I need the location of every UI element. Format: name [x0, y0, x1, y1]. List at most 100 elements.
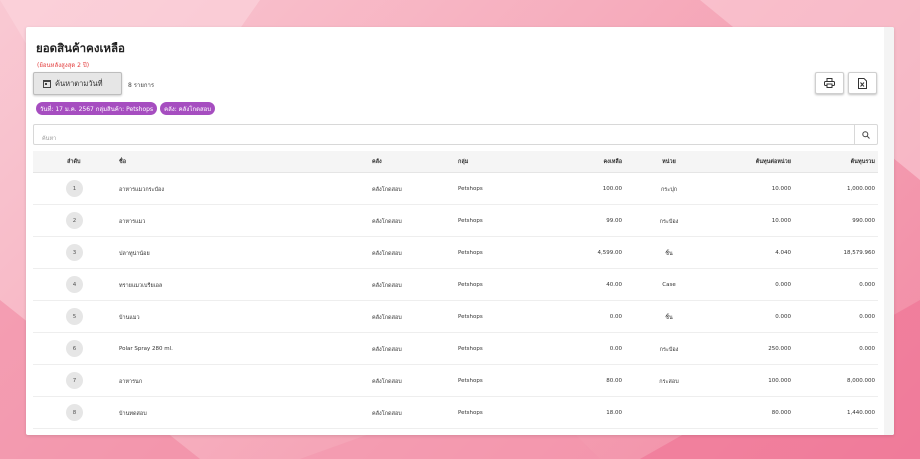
cell-total-cost: 18,579.960 — [843, 250, 876, 256]
filter-chip-date-group[interactable]: วันที่: 17 ม.ค. 2567 กลุ่มสินค้า: Petsho… — [36, 102, 158, 115]
cell-warehouse: คลังโกดสอบ — [372, 411, 402, 417]
cell-warehouse: คลังโกดสอบ — [372, 379, 402, 385]
cell-name: ปลาทูน่าน้อย — [119, 251, 150, 257]
excel-icon — [858, 77, 867, 89]
cell-group: Petshops — [458, 186, 483, 192]
cell-total-cost: 0.000 — [859, 314, 875, 320]
row-index: 4 — [66, 276, 83, 293]
cell-total-cost: 0.000 — [859, 282, 875, 288]
cell-unit: ชิ้น — [665, 251, 673, 257]
row-index: 8 — [66, 404, 83, 421]
table-row[interactable]: 8 บ้านทดสอบ คลังโกดสอบ Petshops 18.00 80… — [33, 397, 878, 429]
page-title: ยอดสินค้าคงเหลือ — [36, 41, 125, 55]
cell-unit-cost: 0.000 — [775, 282, 791, 288]
row-index: 3 — [66, 244, 83, 261]
cell-unit: Case — [662, 282, 676, 288]
table-row[interactable]: 6 Polar Spray 280 ml. คลังโกดสอบ Petshop… — [33, 333, 878, 365]
search-by-date-button[interactable]: ค้นหาตามวันที่ — [33, 72, 122, 95]
cell-unit: กระป๋อง — [659, 219, 679, 225]
cell-unit: กระป๋อง — [659, 347, 679, 353]
cell-name: Polar Spray 280 ml. — [119, 346, 173, 352]
cell-warehouse: คลังโกดสอบ — [372, 251, 402, 257]
cell-group: Petshops — [458, 218, 483, 224]
cell-unit-cost: 4.040 — [775, 250, 791, 256]
cell-name: อาหารนก — [119, 379, 143, 385]
active-filters: วันที่: 17 ม.ค. 2567 กลุ่มสินค้า: Petsho… — [36, 102, 216, 115]
cell-total-cost: 1,000.000 — [847, 186, 875, 192]
search-by-date-label: ค้นหาตามวันที่ — [55, 78, 103, 88]
cell-name: อาหารแมว — [119, 219, 146, 225]
cell-total-cost: 1,440.000 — [847, 410, 875, 416]
history-limit-note: (ย้อนหลังสูงสุด 2 ปี) — [37, 62, 90, 69]
cell-name: อาหารแมวกระป๋อง — [119, 187, 165, 193]
cell-warehouse: คลังโกดสอบ — [372, 315, 402, 321]
cell-warehouse: คลังโกดสอบ — [372, 283, 402, 289]
row-index: 1 — [66, 180, 83, 197]
record-count: 8 รายการ — [128, 82, 155, 89]
cell-unit-cost: 100.000 — [768, 378, 791, 384]
cell-unit-cost: 10.000 — [771, 218, 791, 224]
table-row[interactable]: 5 บ้านแมว คลังโกดสอบ Petshops 0.00 ชิ้น … — [33, 301, 878, 333]
cell-unit-cost: 0.000 — [775, 314, 791, 320]
search-button[interactable] — [854, 125, 877, 144]
table-header: ลำดับ ชื่อ คลัง กลุ่ม คงเหลือ หน่วย ต้นท… — [33, 151, 878, 173]
cell-quantity: 4,599.00 — [597, 250, 623, 256]
cell-total-cost: 8,000.000 — [847, 378, 875, 384]
inventory-table: ลำดับ ชื่อ คลัง กลุ่ม คงเหลือ หน่วย ต้นท… — [33, 151, 878, 429]
col-warehouse[interactable]: คลัง — [372, 158, 382, 166]
export-excel-button[interactable] — [848, 72, 877, 94]
cell-warehouse: คลังโกดสอบ — [372, 347, 402, 353]
cell-quantity: 40.00 — [606, 282, 622, 288]
row-index: 2 — [66, 212, 83, 229]
cell-unit: ชิ้น — [665, 315, 673, 321]
cell-name: บ้านทดสอบ — [119, 411, 147, 417]
cell-name: ทรายแมวเบรียเอล — [119, 283, 163, 289]
scrollbar[interactable] — [884, 27, 894, 435]
filter-chip-warehouse[interactable]: คลัง: คลังโกดสอบ — [160, 102, 216, 115]
cell-quantity: 80.00 — [606, 378, 622, 384]
cell-quantity: 100.00 — [602, 186, 622, 192]
cell-unit: กระสอบ — [659, 379, 679, 385]
print-icon — [824, 78, 835, 88]
cell-group: Petshops — [458, 378, 483, 384]
col-group[interactable]: กลุ่ม — [458, 158, 468, 166]
cell-warehouse: คลังโกดสอบ — [372, 187, 402, 193]
cell-unit-cost: 10.000 — [771, 186, 791, 192]
cell-quantity: 99.00 — [606, 218, 622, 224]
cell-quantity: 18.00 — [606, 410, 622, 416]
print-button[interactable] — [815, 72, 844, 94]
cell-quantity: 0.00 — [609, 314, 622, 320]
calendar-icon — [43, 79, 51, 88]
table-row[interactable]: 4 ทรายแมวเบรียเอล คลังโกดสอบ Petshops 40… — [33, 269, 878, 301]
cell-warehouse: คลังโกดสอบ — [372, 219, 402, 225]
col-unit[interactable]: หน่วย — [655, 158, 683, 166]
cell-unit-cost: 80.000 — [771, 410, 791, 416]
cell-quantity: 0.00 — [609, 346, 622, 352]
col-name[interactable]: ชื่อ — [119, 158, 126, 166]
cell-unit-cost: 250.000 — [768, 346, 791, 352]
search-input[interactable] — [34, 129, 849, 149]
search-icon — [862, 130, 870, 139]
cell-total-cost: 0.000 — [859, 346, 875, 352]
table-row[interactable]: 3 ปลาทูน่าน้อย คลังโกดสอบ Petshops 4,599… — [33, 237, 878, 269]
search-bar — [33, 124, 878, 149]
col-unit-cost[interactable]: ต้นทุนต่อหน่วย — [756, 158, 791, 166]
table-row[interactable]: 2 อาหารแมว คลังโกดสอบ Petshops 99.00 กระ… — [33, 205, 878, 237]
cell-group: Petshops — [458, 250, 483, 256]
cell-group: Petshops — [458, 346, 483, 352]
cell-total-cost: 990.000 — [852, 218, 875, 224]
col-quantity[interactable]: คงเหลือ — [603, 158, 622, 166]
col-total-cost[interactable]: ต้นทุนรวม — [851, 158, 875, 166]
cell-unit: กระปุก — [660, 187, 678, 193]
table-row[interactable]: 7 อาหารนก คลังโกดสอบ Petshops 80.00 กระส… — [33, 365, 878, 397]
inventory-panel: ยอดสินค้าคงเหลือ (ย้อนหลังสูงสุด 2 ปี) ค… — [26, 27, 894, 435]
cell-group: Petshops — [458, 410, 483, 416]
col-index[interactable]: ลำดับ — [67, 158, 81, 166]
table-row[interactable]: 1 อาหารแมวกระป๋อง คลังโกดสอบ Petshops 10… — [33, 173, 878, 205]
row-index: 5 — [66, 308, 83, 325]
row-index: 7 — [66, 372, 83, 389]
cell-group: Petshops — [458, 282, 483, 288]
cell-group: Petshops — [458, 314, 483, 320]
cell-name: บ้านแมว — [119, 315, 140, 321]
row-index: 6 — [66, 340, 83, 357]
